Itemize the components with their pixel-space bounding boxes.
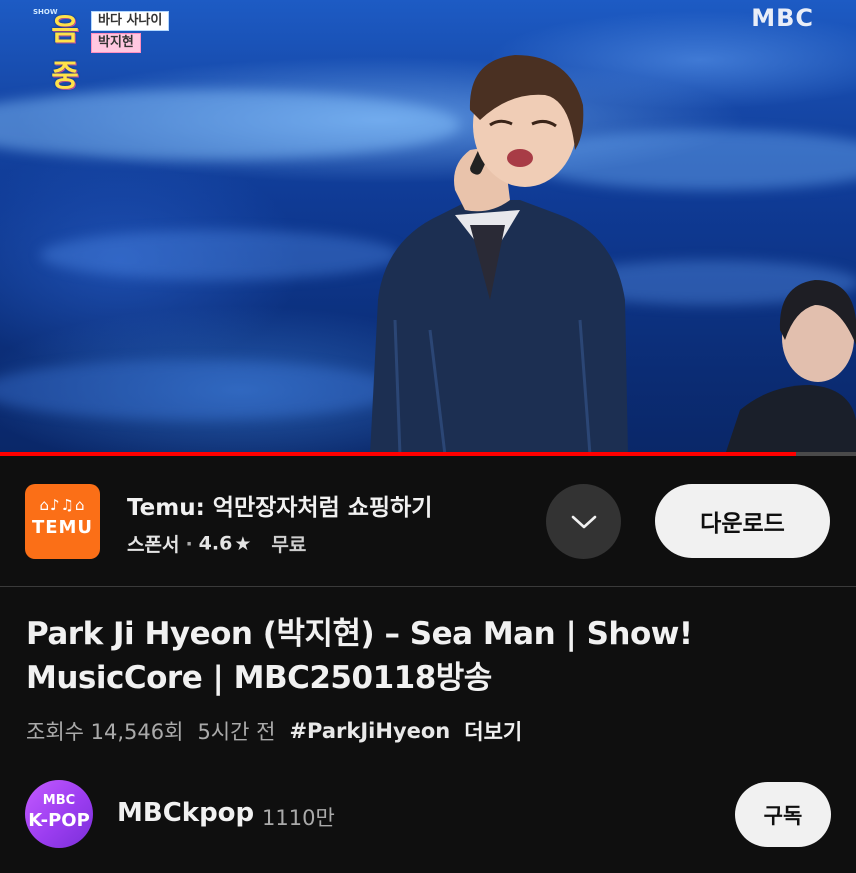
subscribe-button[interactable]: 구독	[735, 782, 831, 847]
broadcaster-logo: MBC	[751, 4, 814, 32]
show-logo-vertical-text: SHOW	[33, 8, 58, 16]
ad-meta: 스폰서 · 4.6 ★ 무료	[127, 530, 306, 557]
more-button[interactable]: 더보기	[464, 720, 522, 744]
subscriber-count: 1110만	[262, 806, 335, 830]
show-logo-mark: 음중	[51, 13, 79, 94]
channel-name[interactable]: MBCkpop	[117, 798, 254, 828]
show-logo: SHOW 음중 바다 사나이 박지현	[33, 8, 175, 94]
ad-banner[interactable]: ⌂♪♫⌂ TEMU Temu: 억만장자처럼 쇼핑하기 스폰서 · 4.6 ★ 무료 다…	[0, 456, 856, 587]
meta-separator: ·	[185, 532, 193, 555]
expand-ad-button[interactable]	[546, 484, 621, 559]
avatar-text-top: MBC	[42, 793, 76, 808]
hashtag-link[interactable]: #ParkJiHyeon	[289, 719, 450, 743]
app-rating: 4.6	[198, 532, 233, 555]
upload-time: 5시간 전	[197, 720, 276, 744]
download-button[interactable]: 다운로드	[655, 484, 830, 558]
song-caption: 바다 사나이	[91, 11, 170, 31]
video-title[interactable]: Park Ji Hyeon (박지현) – Sea Man | Show! Mu…	[26, 612, 826, 700]
view-count: 조회수 14,546회	[26, 720, 184, 744]
singer-figure	[370, 55, 856, 455]
sponsor-label: 스폰서	[127, 534, 180, 556]
temu-logo-icons: ⌂♪♫⌂	[39, 496, 86, 514]
chevron-down-icon	[571, 515, 596, 528]
avatar-text-bottom: K-POP	[28, 810, 90, 831]
video-player[interactable]: SHOW 음중 바다 사나이 박지현 MBC	[0, 0, 856, 455]
temu-logo-text: TEMU	[31, 517, 94, 538]
app-price: 무료	[271, 534, 307, 556]
temu-app-logo[interactable]: ⌂♪♫⌂ TEMU	[25, 484, 100, 559]
artist-caption: 박지현	[91, 33, 141, 53]
channel-avatar[interactable]: MBC K-POP	[25, 780, 93, 848]
star-icon: ★	[234, 532, 252, 555]
video-meta-row[interactable]: 조회수 14,546회 5시간 전 #ParkJiHyeon 더보기	[26, 716, 522, 746]
ad-title[interactable]: Temu: 억만장자처럼 쇼핑하기	[127, 488, 432, 522]
